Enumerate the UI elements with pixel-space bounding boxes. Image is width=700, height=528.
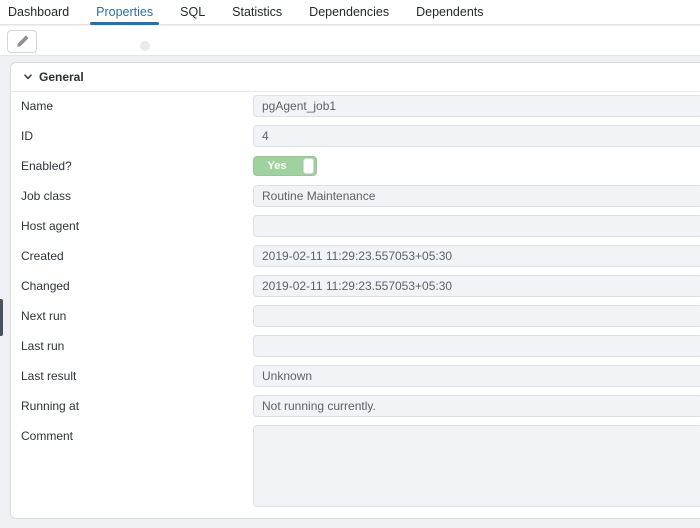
field-label-running-at: Running at [21, 399, 253, 413]
property-row-last-result: Last result [21, 365, 700, 387]
field-label-enabled: Enabled? [21, 159, 253, 173]
property-row-host-agent: Host agent [21, 215, 700, 237]
field-value-next-run [253, 305, 700, 327]
enabled-toggle[interactable]: Yes [253, 156, 317, 176]
property-row-changed: Changed [21, 275, 700, 297]
input-name[interactable] [253, 95, 700, 117]
tab-properties[interactable]: Properties [96, 0, 153, 25]
toggle-handle [303, 158, 314, 174]
left-scrollbar-thumb[interactable] [0, 299, 3, 336]
field-value-created [253, 245, 700, 267]
input-running-at[interactable] [253, 395, 700, 417]
property-row-running-at: Running at [21, 395, 700, 417]
field-label-id: ID [21, 129, 253, 143]
field-value-id [253, 125, 700, 147]
property-row-comment: Comment [21, 425, 700, 512]
field-label-created: Created [21, 249, 253, 263]
field-value-enabled: Yes [253, 156, 700, 176]
properties-toolbar [0, 26, 700, 56]
field-value-last-run [253, 335, 700, 357]
properties-view: Dashboard Properties SQL Statistics Depe… [0, 0, 700, 528]
input-next-run[interactable] [253, 305, 700, 327]
property-row-name: Name [21, 95, 700, 117]
field-value-name [253, 95, 700, 117]
tab-dependencies[interactable]: Dependencies [309, 0, 389, 25]
section-title: General [39, 70, 84, 84]
field-value-running-at [253, 395, 700, 417]
field-value-job-class [253, 185, 700, 207]
input-id[interactable] [253, 125, 700, 147]
field-label-job-class: Job class [21, 189, 253, 203]
field-label-next-run: Next run [21, 309, 253, 323]
tab-dashboard[interactable]: Dashboard [8, 0, 69, 25]
pencil-edit-icon [16, 35, 29, 48]
toggle-on-label: Yes [254, 157, 300, 175]
section-header-general[interactable]: General [11, 63, 700, 92]
field-label-name: Name [21, 99, 253, 113]
general-panel: General NameIDEnabled?YesJob classHost a… [10, 62, 700, 519]
field-value-host-agent [253, 215, 700, 237]
comment-textarea[interactable] [253, 425, 700, 507]
input-job-class[interactable] [253, 185, 700, 207]
field-value-changed [253, 275, 700, 297]
edit-object-button[interactable] [7, 30, 37, 53]
input-created[interactable] [253, 245, 700, 267]
splitter-handle[interactable] [140, 41, 150, 51]
tab-sql[interactable]: SQL [180, 0, 205, 25]
property-row-job-class: Job class [21, 185, 700, 207]
tab-statistics[interactable]: Statistics [232, 0, 282, 25]
field-value-last-result [253, 365, 700, 387]
field-label-last-run: Last run [21, 339, 253, 353]
property-row-enabled: Enabled?Yes [21, 155, 700, 177]
property-row-created: Created [21, 245, 700, 267]
input-host-agent[interactable] [253, 215, 700, 237]
property-row-id: ID [21, 125, 700, 147]
fields-container: NameIDEnabled?YesJob classHost agentCrea… [11, 92, 700, 512]
input-last-run[interactable] [253, 335, 700, 357]
property-row-next-run: Next run [21, 305, 700, 327]
field-label-changed: Changed [21, 279, 253, 293]
field-label-last-result: Last result [21, 369, 253, 383]
property-row-last-run: Last run [21, 335, 700, 357]
field-label-comment: Comment [21, 425, 253, 443]
input-changed[interactable] [253, 275, 700, 297]
input-last-result[interactable] [253, 365, 700, 387]
tab-dependents[interactable]: Dependents [416, 0, 483, 25]
chevron-down-icon [23, 72, 33, 82]
field-label-host-agent: Host agent [21, 219, 253, 233]
tab-bar: Dashboard Properties SQL Statistics Depe… [0, 0, 700, 25]
field-value-comment [253, 425, 700, 512]
